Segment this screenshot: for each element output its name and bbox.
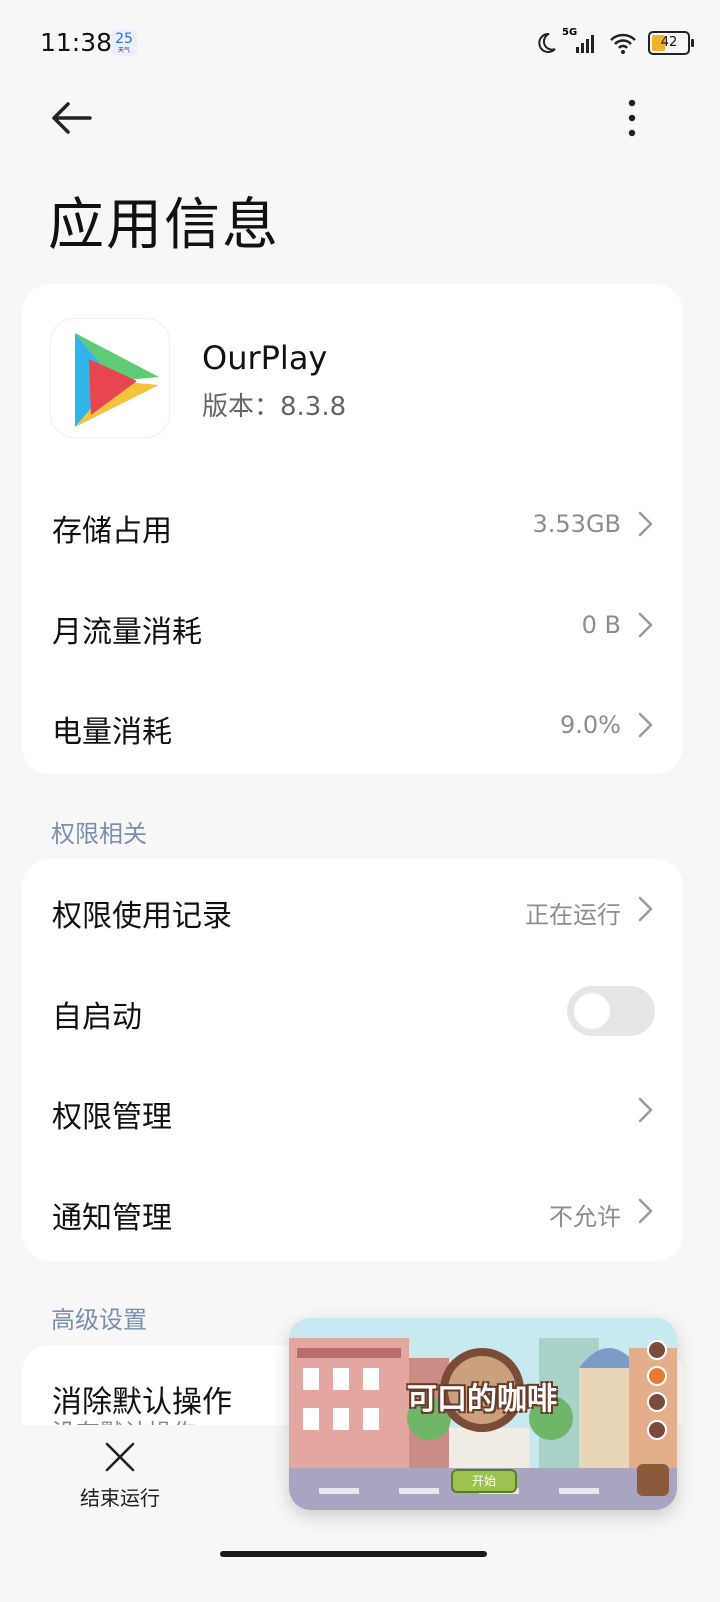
autostart-row: 自启动 <box>22 960 683 1060</box>
app-info-card: OurPlay 版本：8.3.8 存储占用 3.53GB 月流量消耗 0 B 电… <box>22 284 683 774</box>
app-name: OurPlay <box>202 339 328 377</box>
notification-manage-row[interactable]: 通知管理 不允许 <box>22 1161 683 1261</box>
row-label: 权限管理 <box>52 1100 172 1135</box>
game-screen-icon[interactable] <box>647 1420 667 1440</box>
status-time: 11:38 <box>40 28 113 57</box>
home-indicator[interactable] <box>220 1551 487 1557</box>
storage-row[interactable]: 存储占用 3.53GB <box>22 474 683 574</box>
app-icon <box>50 318 170 438</box>
game-title: 可口的咖啡 <box>407 1382 557 1417</box>
row-label: 权限使用记录 <box>52 899 232 934</box>
chevron-right-icon <box>638 896 653 922</box>
row-value: 正在运行 <box>525 901 621 929</box>
permissions-card: 权限使用记录 正在运行 自启动 权限管理 通知管理 不允许 <box>22 859 683 1261</box>
permission-manage-row[interactable]: 权限管理 <box>22 1060 683 1160</box>
game-share-icon[interactable] <box>647 1392 667 1412</box>
back-button[interactable] <box>46 96 96 140</box>
play-logo-icon <box>75 333 159 427</box>
game-t-icon[interactable] <box>647 1366 667 1386</box>
row-value: 0 B <box>581 611 621 639</box>
chevron-right-icon <box>638 712 653 738</box>
autostart-toggle[interactable] <box>567 986 655 1036</box>
row-label: 电量消耗 <box>52 715 172 750</box>
wifi-icon <box>610 33 636 54</box>
game-start-button[interactable]: 开始 <box>451 1469 517 1493</box>
row-value: 9.0% <box>560 711 621 739</box>
floating-game-window[interactable]: 可口的咖啡 开始 <box>289 1318 677 1510</box>
signal-icon: 5G <box>562 27 598 55</box>
app-version: 版本：8.3.8 <box>202 392 347 422</box>
section-title-permissions: 权限相关 <box>51 820 147 848</box>
more-vertical-icon <box>628 99 636 137</box>
status-icons: 5G 42 <box>534 27 694 58</box>
section-title-advanced: 高级设置 <box>51 1306 147 1334</box>
data-usage-row[interactable]: 月流量消耗 0 B <box>22 575 683 675</box>
arrow-left-icon <box>52 102 92 134</box>
close-icon <box>105 1442 135 1472</box>
battery-level: 42 <box>660 35 678 50</box>
chevron-right-icon <box>638 1097 653 1123</box>
permission-usage-row[interactable]: 权限使用记录 正在运行 <box>22 859 683 959</box>
game-settings-icon[interactable] <box>647 1340 667 1360</box>
row-label: 通知管理 <box>52 1201 172 1236</box>
row-label: 自启动 <box>52 1000 142 1035</box>
moon-icon <box>538 32 556 53</box>
toggle-knob <box>574 993 610 1029</box>
battery-usage-row[interactable]: 电量消耗 9.0% <box>22 675 683 775</box>
battery-icon: 42 <box>648 31 694 55</box>
row-value: 3.53GB <box>532 510 622 538</box>
page-title: 应用信息 <box>48 193 280 258</box>
calendar-badge-icon: 25 天气 <box>111 30 137 56</box>
end-run-button[interactable]: 结束运行 <box>72 1440 168 1530</box>
chevron-right-icon <box>638 612 653 638</box>
network-type: 5G <box>562 27 578 38</box>
more-options-button[interactable] <box>612 96 652 140</box>
row-sublabel: 没有默认操作 <box>52 1413 196 1425</box>
row-value: 不允许 <box>549 1203 621 1231</box>
chevron-right-icon <box>638 511 653 537</box>
calendar-date: 25 <box>115 31 133 47</box>
end-run-label: 结束运行 <box>80 1486 160 1510</box>
row-label: 月流量消耗 <box>52 615 202 650</box>
row-label: 存储占用 <box>52 514 172 549</box>
chevron-right-icon <box>638 1198 653 1224</box>
